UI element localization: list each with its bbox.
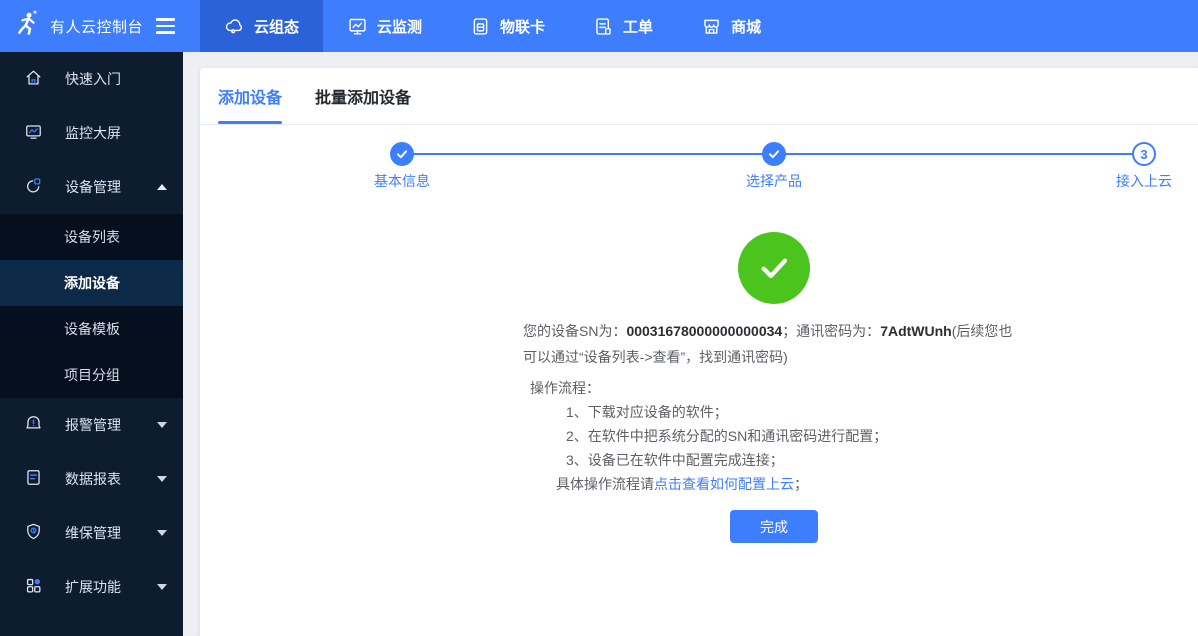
app-title: 有人云控制台 bbox=[50, 16, 143, 37]
topnav-label: 物联卡 bbox=[500, 16, 545, 37]
sidebar-item-label: 数据报表 bbox=[65, 469, 135, 489]
topnav-label: 云组态 bbox=[254, 16, 299, 37]
top-navigation: 云组态 云监测 bbox=[200, 0, 785, 52]
device-pie-icon bbox=[24, 176, 43, 198]
topnav-item-work-order[interactable]: 工单 bbox=[569, 0, 677, 52]
screen-chart-icon bbox=[24, 122, 43, 144]
sidebar-item-device-list[interactable]: 设备列表 bbox=[0, 214, 183, 260]
chevron-down-icon bbox=[157, 530, 167, 536]
tab-add-device[interactable]: 添加设备 bbox=[218, 84, 282, 124]
sidebar: 快速入门 监控大屏 设备管理 bbox=[0, 52, 183, 636]
runner-logo-icon bbox=[14, 10, 41, 42]
chevron-up-icon bbox=[157, 184, 167, 190]
flow-title: 操作流程： bbox=[530, 376, 887, 400]
flow-step-3: 3、设备已在软件中配置完成连接； bbox=[530, 448, 887, 472]
sidebar-item-label: 维保管理 bbox=[65, 523, 135, 543]
sn-value: 00031678000000000034 bbox=[626, 323, 782, 339]
submenu-label: 添加设备 bbox=[64, 273, 120, 293]
topnav-label: 工单 bbox=[623, 16, 653, 37]
topbar: 有人云控制台 云组态 bbox=[0, 0, 1198, 52]
operation-flow: 操作流程： 1、下载对应设备的软件； 2、在软件中把系统分配的SN和通讯密码进行… bbox=[530, 376, 887, 496]
step-2-done-icon bbox=[762, 142, 786, 166]
device-management-submenu: 设备列表 添加设备 设备模板 项目分组 bbox=[0, 214, 183, 398]
hamburger-icon[interactable] bbox=[156, 18, 175, 34]
flow-step-1: 1、下载对应设备的软件； bbox=[530, 400, 887, 424]
sidebar-item-project-group[interactable]: 项目分组 bbox=[0, 352, 183, 398]
home-icon bbox=[24, 68, 43, 90]
topnav-label: 商城 bbox=[731, 16, 761, 37]
tab-batch-add-device[interactable]: 批量添加设备 bbox=[315, 84, 411, 124]
sidebar-item-data-report[interactable]: 数据报表 bbox=[0, 452, 183, 506]
sidebar-item-alarm-management[interactable]: 报警管理 bbox=[0, 398, 183, 452]
device-sn-paragraph: 您的设备SN为：00031678000000000034；通讯密码为：7AdtW… bbox=[523, 318, 1017, 370]
sidebar-item-monitor-screen[interactable]: 监控大屏 bbox=[0, 106, 183, 160]
flow-step-2: 2、在软件中把系统分配的SN和通讯密码进行配置； bbox=[530, 424, 887, 448]
step-label-basic-info: 基本信息 bbox=[342, 171, 462, 191]
topnav-item-cloud-monitor[interactable]: 云监测 bbox=[323, 0, 446, 52]
finish-button[interactable]: 完成 bbox=[730, 510, 818, 543]
step-label-connect-cloud: 接入上云 bbox=[1084, 171, 1198, 191]
shield-icon bbox=[24, 522, 43, 544]
apps-icon bbox=[24, 576, 43, 598]
step-1-done-icon bbox=[390, 142, 414, 166]
cloud-icon bbox=[224, 16, 245, 37]
flow-detail-line: 具体操作流程请点击查看如何配置上云； bbox=[530, 472, 887, 496]
report-icon bbox=[24, 468, 43, 490]
submenu-label: 设备列表 bbox=[64, 227, 120, 247]
page: 有人云控制台 云组态 bbox=[0, 0, 1198, 636]
work-order-icon bbox=[593, 16, 614, 37]
store-icon bbox=[701, 16, 722, 37]
success-check-icon bbox=[738, 232, 810, 304]
tab-bar: 添加设备 批量添加设备 bbox=[200, 68, 1198, 125]
flow-detail-suffix: ； bbox=[794, 476, 808, 492]
flow-detail-prefix: 具体操作流程请 bbox=[556, 476, 654, 492]
step-3-number: 3 bbox=[1132, 142, 1156, 166]
sidebar-item-add-device[interactable]: 添加设备 bbox=[0, 260, 183, 306]
sidebar-item-label: 监控大屏 bbox=[65, 123, 167, 143]
brand: 有人云控制台 bbox=[0, 0, 183, 52]
content-card: 添加设备 批量添加设备 3 基本信息 选择产品 接入上云 您的设备SN为：000… bbox=[200, 68, 1198, 636]
topnav-item-cloud-scada[interactable]: 云组态 bbox=[200, 0, 323, 52]
sidebar-item-label: 扩展功能 bbox=[65, 577, 135, 597]
submenu-label: 设备模板 bbox=[64, 319, 120, 339]
sidebar-item-label: 设备管理 bbox=[65, 177, 135, 197]
configure-cloud-guide-link[interactable]: 点击查看如何配置上云 bbox=[654, 476, 794, 492]
chevron-down-icon bbox=[157, 476, 167, 482]
chevron-down-icon bbox=[157, 422, 167, 428]
sidebar-item-maintenance[interactable]: 维保管理 bbox=[0, 506, 183, 560]
topnav-item-iot-card[interactable]: 物联卡 bbox=[446, 0, 569, 52]
sim-card-icon bbox=[470, 16, 491, 37]
chevron-down-icon bbox=[157, 584, 167, 590]
sidebar-item-device-template[interactable]: 设备模板 bbox=[0, 306, 183, 352]
password-value: 7AdtWUnh bbox=[880, 323, 952, 339]
alarm-icon bbox=[24, 414, 43, 436]
sidebar-item-label: 报警管理 bbox=[65, 415, 135, 435]
main-area: 添加设备 批量添加设备 3 基本信息 选择产品 接入上云 您的设备SN为：000… bbox=[183, 52, 1198, 636]
sidebar-item-device-management[interactable]: 设备管理 bbox=[0, 160, 183, 214]
sn-label: 您的设备SN为： bbox=[523, 323, 626, 339]
step-label-select-product: 选择产品 bbox=[714, 171, 834, 191]
topnav-label: 云监测 bbox=[377, 16, 422, 37]
sidebar-item-quick-start[interactable]: 快速入门 bbox=[0, 52, 183, 106]
topnav-item-store[interactable]: 商城 bbox=[677, 0, 785, 52]
sidebar-item-label: 快速入门 bbox=[65, 69, 167, 89]
password-label: ；通讯密码为： bbox=[782, 323, 880, 339]
sidebar-item-extensions[interactable]: 扩展功能 bbox=[0, 560, 183, 614]
monitor-chart-icon bbox=[347, 16, 368, 37]
submenu-label: 项目分组 bbox=[64, 365, 120, 385]
